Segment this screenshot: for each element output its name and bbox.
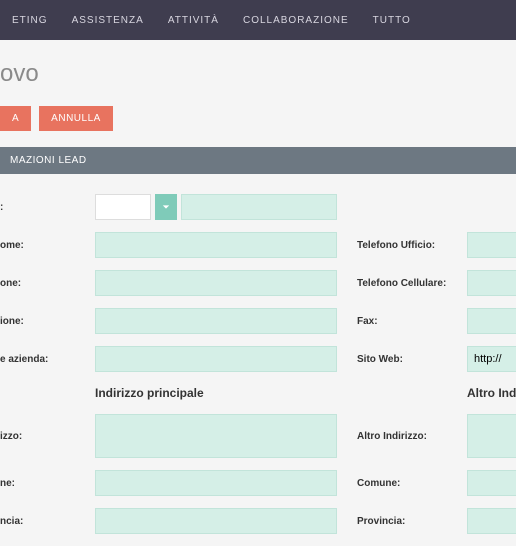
label-azienda: e azienda:: [0, 354, 95, 365]
label-posizione: ione:: [0, 316, 95, 327]
section-header: MAZIONI LEAD: [0, 147, 516, 174]
altro-indirizzo-input[interactable]: [467, 414, 516, 458]
top-nav: ETING ASSISTENZA ATTIVITÀ COLLABORAZIONE…: [0, 0, 516, 40]
altro-comune-input[interactable]: [467, 470, 516, 496]
sito-input[interactable]: [467, 346, 516, 372]
nav-tutto[interactable]: TUTTO: [361, 15, 423, 26]
label-sito: Sito Web:: [357, 354, 467, 365]
fax-input[interactable]: [467, 308, 516, 334]
comune-input[interactable]: [95, 470, 337, 496]
posizione-input[interactable]: [95, 308, 337, 334]
label-altro-indirizzo: Altro Indirizzo:: [357, 431, 467, 442]
mansione-input[interactable]: [95, 270, 337, 296]
title-dropdown-button[interactable]: [155, 194, 177, 220]
label-altro-comune: Comune:: [357, 478, 467, 489]
tel-ufficio-input[interactable]: [467, 232, 516, 258]
cognome-input[interactable]: [95, 232, 337, 258]
label-tel-ufficio: Telefono Ufficio:: [357, 240, 467, 251]
nav-assistenza[interactable]: ASSISTENZA: [60, 15, 156, 26]
save-button[interactable]: A: [0, 106, 31, 131]
label-cognome: ome:: [0, 240, 95, 251]
label-provincia: ncia:: [0, 516, 95, 527]
label-indirizzo: izzo:: [0, 431, 95, 442]
cancel-button[interactable]: ANNULLA: [39, 106, 113, 131]
label-altro-provincia: Provincia:: [357, 516, 467, 527]
azienda-input[interactable]: [95, 346, 337, 372]
label-nome: :: [0, 202, 95, 213]
provincia-input[interactable]: [95, 508, 337, 534]
indirizzo-input[interactable]: [95, 414, 337, 458]
nome-input[interactable]: [181, 194, 337, 220]
subheader-indirizzo-principale: Indirizzo principale: [95, 386, 337, 400]
altro-provincia-input[interactable]: [467, 508, 516, 534]
subheader-altro-indirizzo: Altro Indirizzo: [467, 386, 516, 400]
tel-cellulare-input[interactable]: [467, 270, 516, 296]
label-fax: Fax:: [357, 316, 467, 327]
page-title: ovo: [0, 60, 516, 88]
label-comune: ne:: [0, 478, 95, 489]
nav-marketing[interactable]: ETING: [0, 15, 60, 26]
nav-collaborazione[interactable]: COLLABORAZIONE: [231, 15, 361, 26]
label-mansione: one:: [0, 278, 95, 289]
label-tel-cellulare: Telefono Cellulare:: [357, 278, 467, 289]
nav-attivita[interactable]: ATTIVITÀ: [156, 15, 231, 26]
chevron-down-icon: [162, 203, 170, 211]
title-prefix-input[interactable]: [95, 194, 151, 220]
